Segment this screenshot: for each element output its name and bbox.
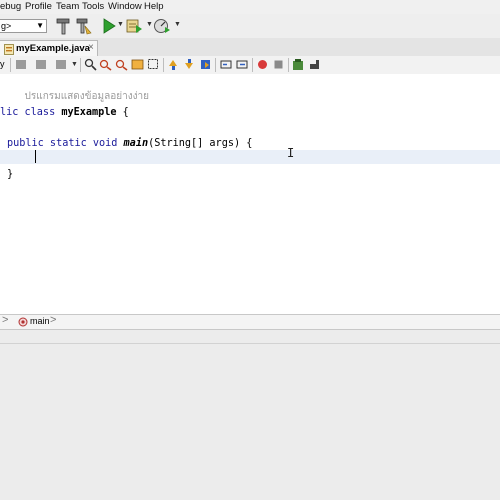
shift-right-icon[interactable] bbox=[236, 58, 249, 71]
code-method-params: (String[] args) { bbox=[148, 138, 253, 149]
menu-window[interactable]: Window bbox=[108, 1, 142, 12]
ibeam-cursor-icon: I bbox=[287, 146, 295, 160]
editor-tab-strip: myExample.java × bbox=[0, 38, 500, 57]
toolbar-separator bbox=[163, 58, 164, 72]
toolbar-separator bbox=[288, 58, 289, 72]
breadcrumb: > main > bbox=[0, 314, 500, 330]
breadcrumb-item-main[interactable]: main bbox=[30, 316, 50, 326]
debug-project-icon[interactable] bbox=[125, 17, 143, 35]
menu-help[interactable]: Help bbox=[144, 1, 164, 12]
toggle-rect-select-icon[interactable] bbox=[147, 58, 160, 71]
find-icon[interactable] bbox=[84, 58, 97, 71]
code-editor[interactable]: ปรแกรมแสดงข้อมูลอย่างง่าย lic class myEx… bbox=[0, 74, 500, 314]
code-line-method: public static void main(String[] args) { bbox=[7, 138, 252, 149]
toggle-highlight-icon[interactable] bbox=[131, 58, 144, 71]
code-method-modifiers: public static void bbox=[7, 138, 124, 149]
code-class-keywords: lic class bbox=[0, 107, 62, 118]
menu-debug[interactable]: ebug bbox=[0, 1, 21, 12]
configuration-select[interactable]: g> ▼ bbox=[0, 19, 47, 33]
last-edit-icon[interactable] bbox=[55, 58, 68, 71]
previous-bookmark-icon[interactable] bbox=[167, 58, 180, 71]
code-class-name: myExample bbox=[61, 107, 117, 118]
profile-icon[interactable] bbox=[153, 17, 171, 35]
close-icon[interactable]: × bbox=[88, 42, 94, 53]
find-next-icon[interactable] bbox=[115, 58, 128, 71]
comment-icon[interactable] bbox=[292, 58, 305, 71]
code-closing-brace: } bbox=[7, 169, 14, 180]
uncomment-icon[interactable] bbox=[308, 58, 321, 71]
code-method-name: main bbox=[123, 138, 149, 149]
toolbar-separator bbox=[10, 58, 11, 72]
menu-tools[interactable]: Tools bbox=[82, 1, 104, 12]
output-panel bbox=[0, 344, 500, 500]
toggle-bookmark-icon[interactable] bbox=[199, 58, 212, 71]
method-icon bbox=[18, 317, 28, 327]
history-icon[interactable]: y bbox=[0, 59, 5, 69]
back-icon[interactable] bbox=[15, 58, 28, 71]
shift-left-icon[interactable] bbox=[220, 58, 233, 71]
current-line-highlight bbox=[0, 150, 500, 164]
editor-toolbar: y ▼ bbox=[0, 56, 500, 75]
chevron-down-icon[interactable]: ▼ bbox=[71, 61, 78, 68]
tab-label: myExample.java bbox=[16, 43, 90, 54]
chevron-down-icon: ▼ bbox=[36, 21, 44, 30]
main-toolbar: g> ▼ ▼ ▼ ▼ bbox=[0, 14, 500, 39]
find-previous-icon[interactable] bbox=[99, 58, 112, 71]
menu-profile[interactable]: Profile bbox=[25, 1, 52, 12]
run-icon[interactable] bbox=[100, 17, 118, 35]
chevron-right-icon[interactable]: > bbox=[2, 314, 8, 326]
debug-dropdown-icon[interactable]: ▼ bbox=[146, 21, 153, 28]
run-dropdown-icon[interactable]: ▼ bbox=[117, 21, 124, 28]
code-line-closing-brace: } bbox=[7, 169, 13, 180]
clean-build-icon[interactable] bbox=[75, 17, 93, 35]
toolbar-separator bbox=[252, 58, 253, 72]
profile-dropdown-icon[interactable]: ▼ bbox=[174, 21, 181, 28]
tab-myexample-java[interactable]: myExample.java × bbox=[0, 40, 98, 57]
text-caret bbox=[35, 150, 36, 163]
forward-icon[interactable] bbox=[35, 58, 48, 71]
stop-macro-recording-icon[interactable] bbox=[272, 58, 285, 71]
menu-team[interactable]: Team bbox=[56, 1, 79, 12]
configuration-value: g> bbox=[1, 21, 12, 31]
toolbar-separator bbox=[80, 58, 81, 72]
code-class-brace: { bbox=[116, 107, 129, 118]
code-line-class: lic class myExample { bbox=[0, 107, 129, 118]
java-file-icon bbox=[4, 44, 14, 55]
menu-bar: ebug Profile Team Tools Window Help bbox=[0, 0, 500, 14]
code-comment: ปรแกรมแสดงข้อมูลอย่างง่าย bbox=[24, 91, 149, 102]
start-macro-recording-icon[interactable] bbox=[256, 58, 269, 71]
next-bookmark-icon[interactable] bbox=[183, 58, 196, 71]
chevron-right-icon[interactable]: > bbox=[50, 314, 56, 326]
hammer-icon[interactable] bbox=[55, 17, 73, 35]
toolbar-separator bbox=[215, 58, 216, 72]
